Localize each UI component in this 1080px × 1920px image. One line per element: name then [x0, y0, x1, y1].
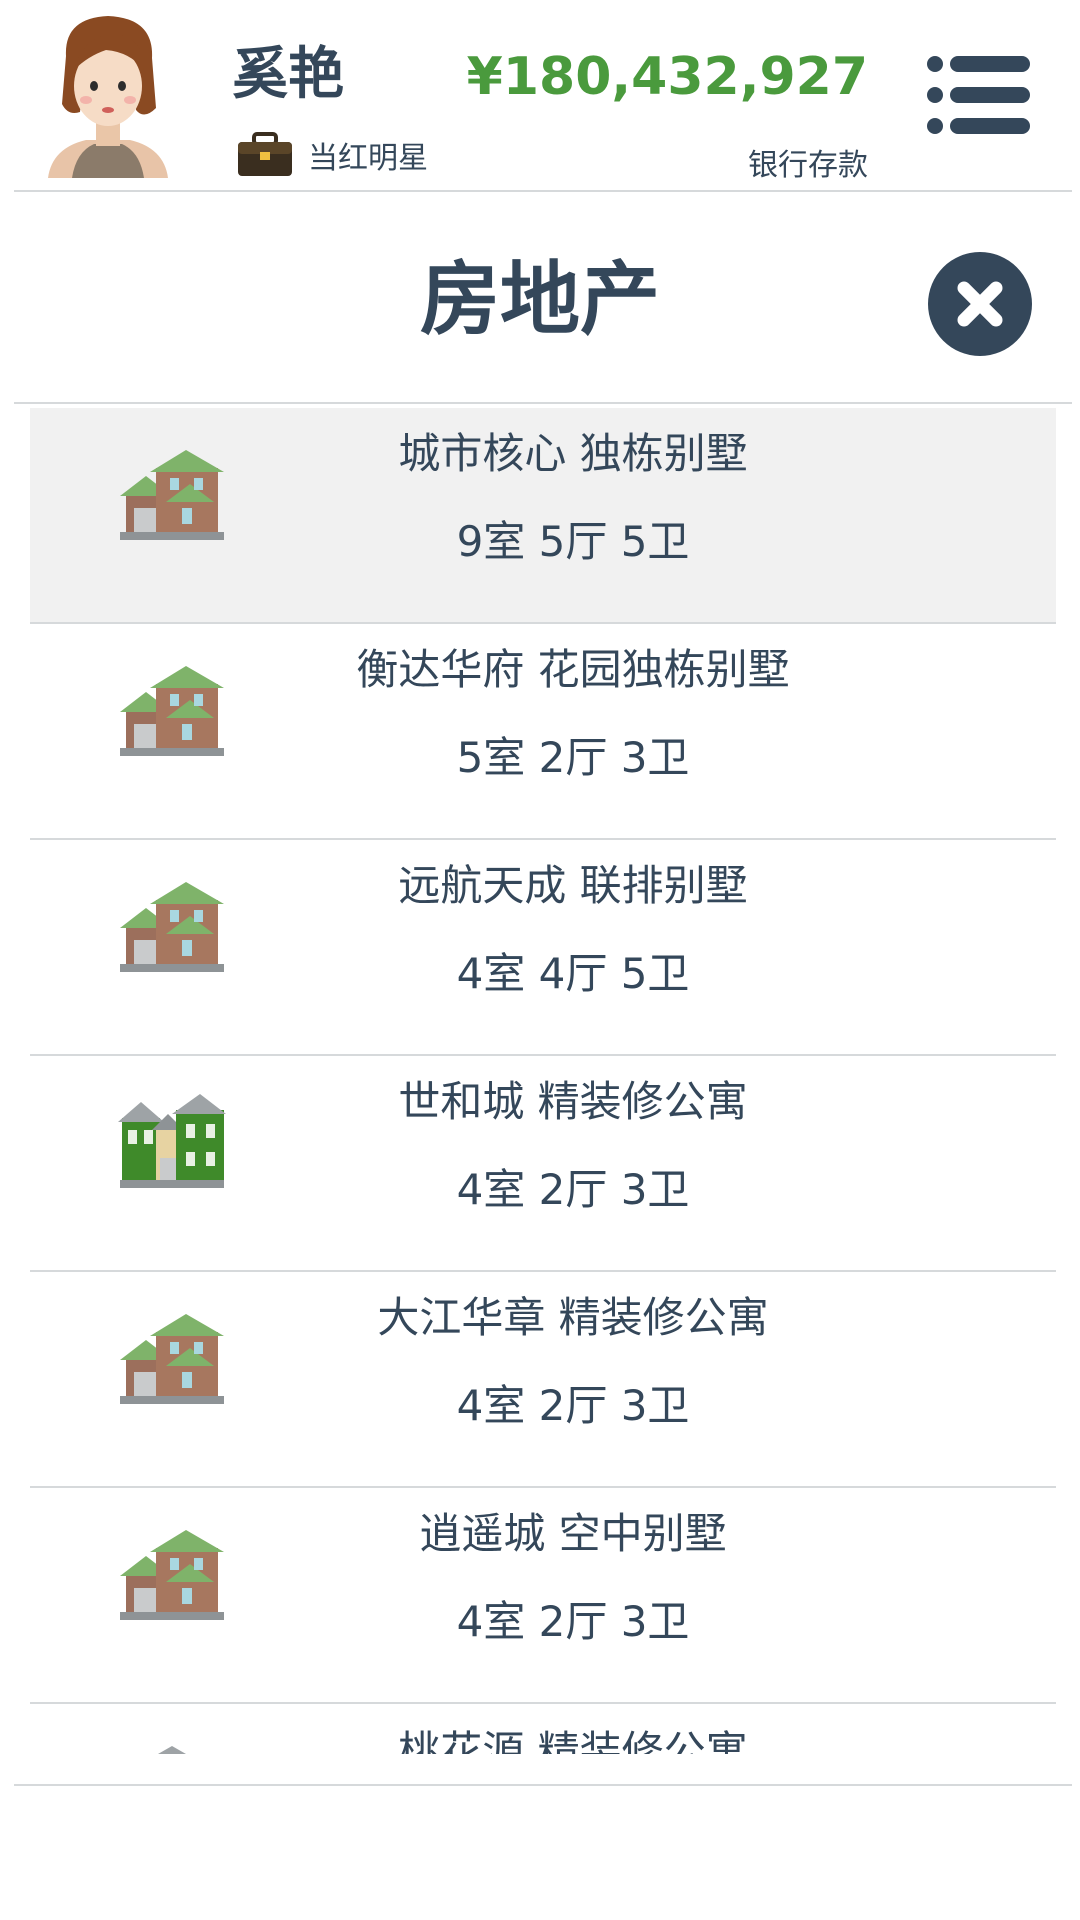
property-rooms: 9室 5厅 5卫 [456, 517, 690, 566]
list-item[interactable]: 远航天成 联排别墅 4室 4厅 5卫 [30, 840, 1056, 1056]
page-title: 房地产 [420, 253, 660, 346]
menu-icon[interactable] [926, 54, 1032, 136]
career-label: 当红明星 [308, 141, 428, 176]
property-rooms: 4室 2厅 3卫 [456, 1381, 690, 1430]
property-name: 城市核心 独栋别墅 [398, 429, 748, 478]
briefcase-icon [238, 132, 292, 176]
player-name: 奚艳 [232, 42, 344, 107]
list-item[interactable]: 衡达华府 花园独栋别墅 5室 2厅 3卫 [30, 624, 1056, 840]
property-name: 逍遥城 空中别墅 [419, 1509, 727, 1558]
bank-balance-label: 银行存款 [748, 148, 868, 183]
property-rooms: 4室 2厅 3卫 [456, 1597, 690, 1646]
property-name: 远航天成 联排别墅 [398, 861, 748, 910]
property-rooms: 4室 2厅 3卫 [456, 1165, 690, 1214]
list-item[interactable]: 世和城 精装修公寓 4室 2厅 3卫 [30, 1056, 1056, 1272]
list-item[interactable]: 桃花源 精装修公寓 [30, 1704, 1056, 1754]
avatar[interactable] [44, 12, 172, 180]
property-name: 大江华章 精装修公寓 [377, 1293, 769, 1342]
property-name: 世和城 精装修公寓 [398, 1077, 748, 1126]
player-header: 奚艳 当红明星 ¥180,432,927 银行存款 [0, 0, 1080, 190]
title-divider [14, 402, 1072, 404]
bank-balance: ¥180,432,927 [466, 47, 868, 107]
property-rooms: 4室 4厅 5卫 [456, 949, 690, 998]
close-icon [957, 281, 1003, 327]
list-item[interactable]: 大江华章 精装修公寓 4室 2厅 3卫 [30, 1272, 1056, 1488]
list-item[interactable]: 城市核心 独栋别墅 9室 5厅 5卫 [30, 408, 1056, 624]
career-info: 当红明星 [236, 130, 428, 180]
property-list[interactable]: 城市核心 独栋别墅 9室 5厅 5卫 衡达华府 花园独栋别墅 5室 2厅 3卫 [30, 408, 1056, 1754]
property-name: 桃花源 精装修公寓 [398, 1727, 748, 1754]
header-divider [14, 190, 1072, 192]
list-item[interactable]: 逍遥城 空中别墅 4室 2厅 3卫 [30, 1488, 1056, 1704]
list-bottom-divider [14, 1784, 1072, 1786]
property-name: 衡达华府 花园独栋别墅 [356, 645, 790, 694]
close-button[interactable] [928, 252, 1032, 356]
property-rooms: 5室 2厅 3卫 [456, 733, 690, 782]
